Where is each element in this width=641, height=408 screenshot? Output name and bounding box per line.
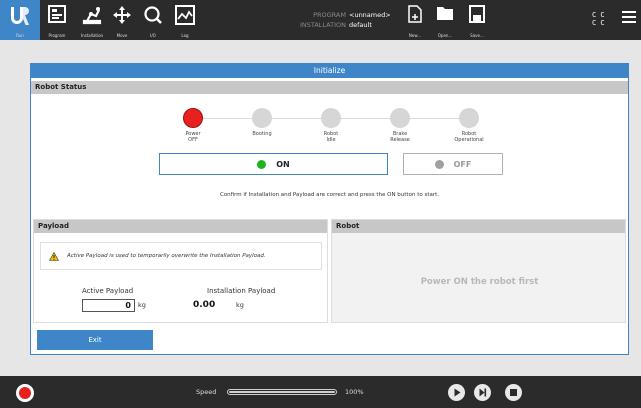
step-label-line1: Booting	[252, 131, 272, 137]
status-dot-booting	[252, 108, 272, 128]
tab-log-label: Log	[181, 33, 189, 38]
top-bar: Run Program Installation Move I/O Log PR…	[0, 0, 641, 40]
new-button[interactable]: New...	[402, 0, 428, 40]
warning-icon	[49, 252, 59, 261]
program-name: <unnamed>	[349, 11, 391, 19]
tab-installation[interactable]: Installation	[72, 0, 112, 40]
step-robot-idle: Robot Idle	[301, 108, 361, 143]
cc-bottom: C C	[592, 19, 605, 27]
step-label-line2: Idle	[326, 137, 336, 143]
tab-move[interactable]: Move	[110, 0, 134, 40]
payload-panel: Payload Active Payload is used to tempor…	[33, 219, 328, 323]
status-dot-robot-idle	[321, 108, 341, 128]
cc-indicator[interactable]: C C C C	[592, 11, 610, 27]
status-dot-robot-operational	[459, 108, 479, 128]
installation-icon	[82, 7, 102, 25]
tab-run-label: Run	[16, 33, 24, 38]
new-button-label: New...	[408, 33, 422, 38]
open-button-label: Open...	[437, 33, 453, 38]
open-button[interactable]: Open...	[430, 0, 460, 40]
gray-led-icon	[434, 159, 444, 169]
tab-move-label: Move	[116, 33, 128, 38]
installation-name: default	[349, 21, 372, 29]
payload-warning: Active Payload is used to temporarily ov…	[40, 242, 322, 270]
payload-header: Payload	[34, 220, 327, 233]
step-brake-release: Brake Release	[370, 108, 430, 143]
play-icon	[454, 388, 461, 397]
speed-slider-fill	[229, 391, 335, 393]
program-info: PROGRAM <unnamed> INSTALLATION default	[282, 10, 392, 30]
tab-program[interactable]: Program	[44, 0, 70, 40]
exit-button[interactable]: Exit	[37, 330, 153, 350]
installation-payload-unit: kg	[236, 301, 244, 309]
installation-payload-value: 0.00	[193, 300, 216, 310]
program-key: PROGRAM	[313, 11, 346, 19]
power-status-icon[interactable]	[16, 384, 34, 402]
status-dot-power-off	[183, 108, 203, 128]
tab-io[interactable]: I/O	[140, 0, 166, 40]
on-button[interactable]: ON	[159, 153, 388, 175]
on-button-label: ON	[276, 159, 290, 169]
tab-log[interactable]: Log	[171, 0, 199, 40]
new-file-icon	[408, 5, 422, 23]
step-button[interactable]	[474, 384, 491, 401]
move-icon	[113, 6, 131, 24]
installation-payload-label: Installation Payload	[207, 287, 276, 295]
dialog-title: Initialize	[31, 64, 628, 78]
tab-program-label: Program	[48, 33, 66, 38]
play-button[interactable]	[448, 384, 465, 401]
robot-header: Robot	[332, 220, 625, 233]
program-icon	[48, 5, 66, 23]
step-icon	[479, 388, 487, 397]
tab-run[interactable]: Run	[0, 0, 40, 40]
save-button-label: Save...	[470, 33, 484, 38]
step-robot-operational: Robot Operational	[439, 108, 499, 143]
speed-slider[interactable]	[227, 389, 337, 395]
stop-button[interactable]	[505, 384, 522, 401]
active-payload-label: Active Payload	[82, 287, 134, 295]
installation-key: INSTALLATION	[299, 21, 346, 29]
green-led-icon	[257, 159, 267, 169]
step-booting: Booting	[232, 108, 292, 137]
tab-io-label: I/O	[150, 33, 156, 38]
open-folder-icon	[437, 7, 453, 20]
save-button[interactable]: Save...	[462, 0, 492, 40]
log-icon	[175, 5, 195, 25]
confirm-text: Confirm if Installation and Payload are …	[219, 192, 440, 198]
ur-logo-icon	[11, 7, 29, 25]
speed-value: 100%	[345, 388, 364, 396]
step-label-line2: Release	[390, 137, 410, 143]
step-label-line2: Operational	[454, 137, 484, 143]
robot-status-header: Robot Status	[31, 81, 628, 94]
step-power-off: Power OFF	[163, 108, 223, 143]
stop-icon	[510, 389, 517, 396]
warning-text: Active Payload is used to temporarily ov…	[67, 253, 266, 259]
off-button[interactable]: OFF	[403, 153, 503, 175]
step-label-line2: OFF	[188, 137, 198, 143]
off-button-label: OFF	[453, 159, 472, 169]
bottom-bar: Speed 100%	[0, 376, 641, 408]
robot-status-section: Power OFF Booting Robot Idle Brake Release …	[31, 94, 628, 218]
active-payload-unit: kg	[138, 301, 146, 309]
io-icon	[144, 6, 162, 24]
active-payload-input[interactable]: 0	[82, 299, 135, 312]
speed-label: Speed	[196, 388, 217, 396]
tab-installation-label: Installation	[80, 33, 104, 38]
robot-message: Power ON the robot first	[420, 277, 539, 287]
initialize-dialog: Initialize Robot Status Power OFF Booting…	[30, 63, 629, 355]
cc-top: C C	[592, 11, 605, 19]
hamburger-menu-icon[interactable]	[622, 11, 636, 25]
save-icon	[469, 5, 485, 23]
status-dot-brake-release	[390, 108, 410, 128]
robot-panel: Robot Power ON the robot first	[331, 219, 626, 323]
